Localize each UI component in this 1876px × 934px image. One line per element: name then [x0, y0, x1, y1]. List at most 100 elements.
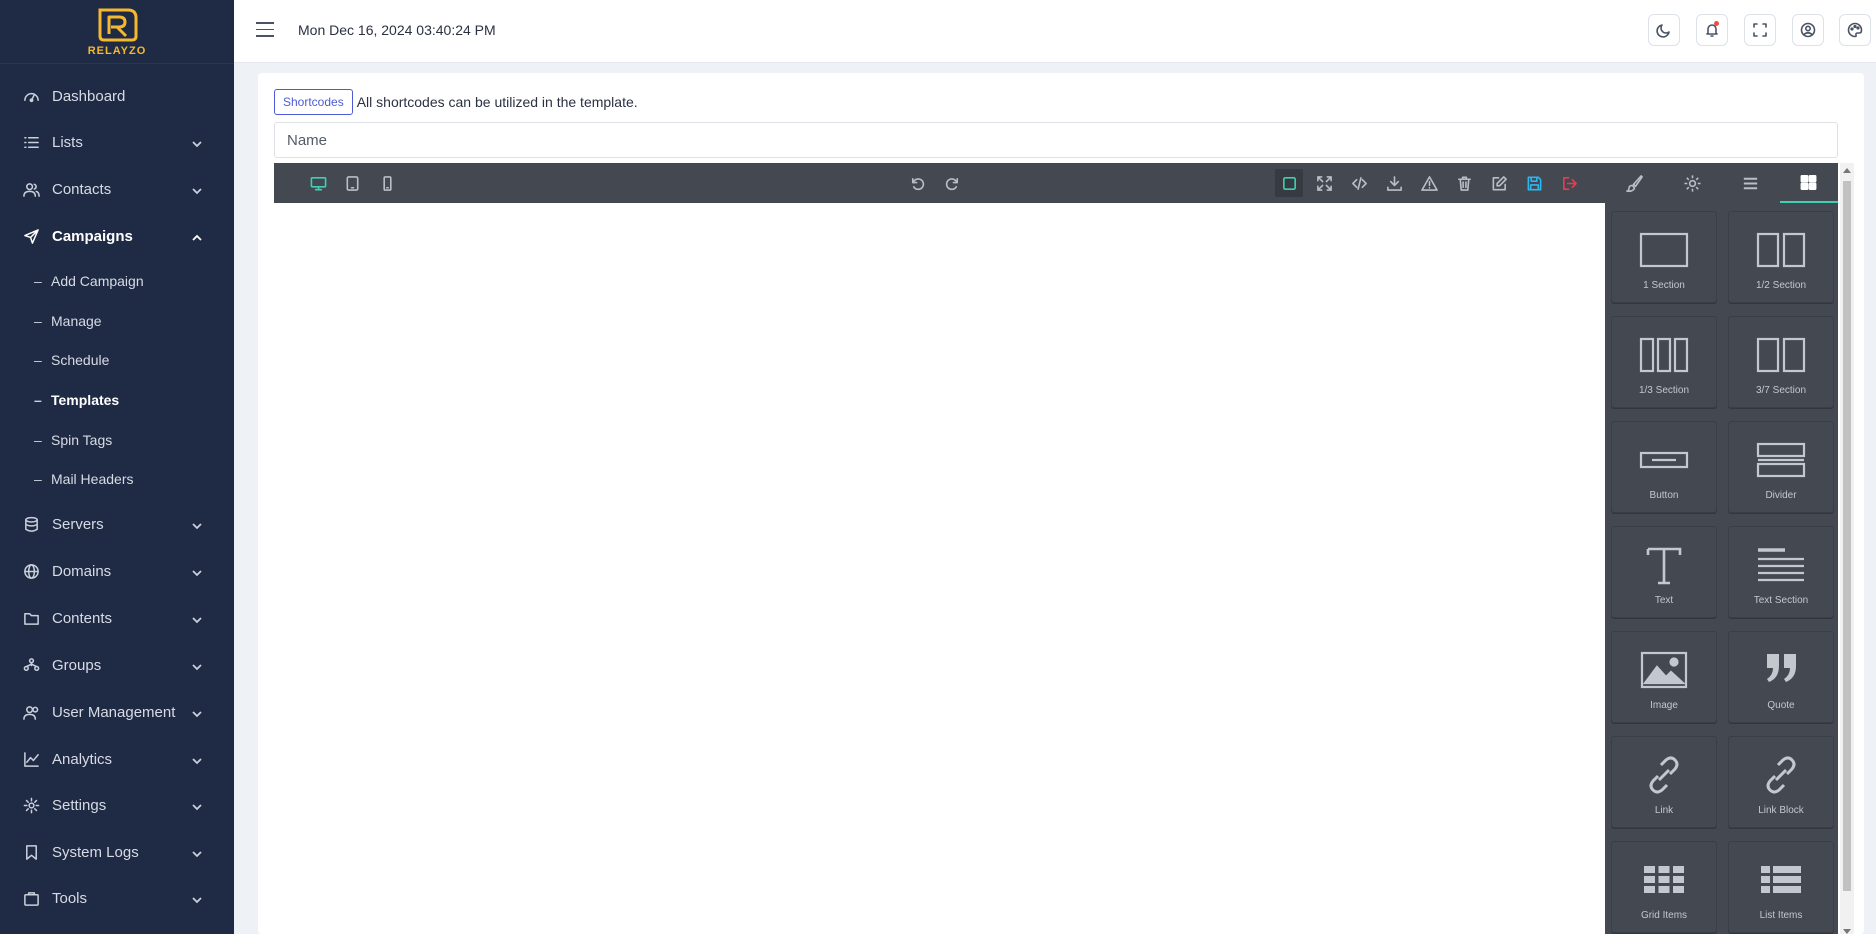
- settings-tab[interactable]: [1663, 163, 1721, 203]
- tablet-view-icon[interactable]: [342, 173, 362, 193]
- sidebar-item-groups[interactable]: Groups: [0, 645, 234, 685]
- brand-logo[interactable]: RELAYZO: [0, 0, 234, 64]
- mobile-view-icon[interactable]: [377, 173, 397, 193]
- block-1-3-section[interactable]: 1/3 Section: [1611, 316, 1717, 408]
- sidebar-item-domains[interactable]: Domains: [0, 551, 234, 591]
- briefcase-icon: [22, 889, 40, 907]
- trash-icon[interactable]: [1454, 173, 1474, 193]
- dashboard-icon: [22, 87, 40, 105]
- chevron-down-icon: [192, 612, 202, 624]
- sidebar-item-lists[interactable]: Lists: [0, 122, 234, 162]
- sidebar-subitem-add-campaign[interactable]: – Add Campaign: [0, 266, 234, 296]
- shortcodes-hint: All shortcodes can be utilized in the te…: [356, 94, 638, 110]
- style-manager-tab[interactable]: [1605, 163, 1663, 203]
- download-icon[interactable]: [1384, 173, 1404, 193]
- one-section-icon: [1639, 232, 1689, 268]
- block-link[interactable]: Link: [1611, 736, 1717, 828]
- block-label: 1 Section: [1643, 280, 1685, 291]
- sidebar-item-label: Analytics: [52, 750, 113, 768]
- sidebar-item-label: Lists: [52, 133, 83, 151]
- block-text-section[interactable]: Text Section: [1728, 526, 1834, 618]
- code-view-icon[interactable]: [1349, 173, 1369, 193]
- user-circle-icon: [1800, 22, 1816, 38]
- block-label: Grid Items: [1640, 910, 1688, 921]
- exit-icon[interactable]: [1559, 173, 1579, 193]
- block-label: List Items: [1759, 910, 1803, 921]
- fullscreen-button[interactable]: [1744, 14, 1776, 46]
- undo-icon[interactable]: [907, 173, 927, 193]
- profile-button[interactable]: [1792, 14, 1824, 46]
- warning-icon[interactable]: [1419, 173, 1439, 193]
- sidebar-item-dashboard[interactable]: Dashboard: [0, 76, 234, 116]
- relayzo-logo-icon: [98, 8, 138, 42]
- chevron-down-icon: [192, 706, 202, 718]
- scroll-down-arrow-icon[interactable]: [1843, 929, 1851, 934]
- notification-dot: [1714, 21, 1719, 26]
- blocks-tab[interactable]: [1779, 163, 1838, 203]
- dash-icon: –: [34, 273, 42, 289]
- block-3-7-section[interactable]: 3/7 Section: [1728, 316, 1834, 408]
- block-label: 1/2 Section: [1755, 280, 1807, 291]
- third-section-icon: [1639, 337, 1689, 373]
- template-name-input[interactable]: [274, 122, 1838, 158]
- builder-toolbar: [274, 163, 1838, 203]
- block-label: Link: [1654, 805, 1674, 816]
- block-label: Text: [1654, 595, 1674, 606]
- block-divider[interactable]: Divider: [1728, 421, 1834, 513]
- menu-toggle-icon[interactable]: [256, 22, 274, 38]
- sidebar-item-servers[interactable]: Servers: [0, 504, 234, 544]
- list-items-icon: [1761, 866, 1801, 893]
- shortcodes-button[interactable]: Shortcodes: [274, 89, 353, 115]
- sidebar-subitem-templates[interactable]: – Templates: [0, 385, 234, 415]
- sidebar: RELAYZO Dashboard Lists Contacts Campaig…: [0, 0, 234, 934]
- block-button[interactable]: Button: [1611, 421, 1717, 513]
- block-text[interactable]: Text: [1611, 526, 1717, 618]
- image-block-icon: [1640, 651, 1688, 689]
- sidebar-item-tools[interactable]: Tools: [0, 878, 234, 918]
- sidebar-item-contacts[interactable]: Contacts: [0, 169, 234, 209]
- show-borders-icon[interactable]: [1275, 169, 1303, 197]
- sidebar-item-system-logs[interactable]: System Logs: [0, 832, 234, 872]
- block-grid-items[interactable]: Grid Items: [1611, 841, 1717, 933]
- block-label: Image: [1650, 700, 1678, 711]
- redo-icon[interactable]: [942, 173, 962, 193]
- sidebar-subitem-spin-tags[interactable]: – Spin Tags: [0, 425, 234, 455]
- sidebar-item-contents[interactable]: Contents: [0, 598, 234, 638]
- scrollbar-thumb[interactable]: [1843, 181, 1851, 891]
- dark-mode-button[interactable]: [1648, 14, 1680, 46]
- sidebar-item-campaigns[interactable]: Campaigns: [0, 216, 234, 256]
- block-link-block[interactable]: Link Block: [1728, 736, 1834, 828]
- layer-manager-tab[interactable]: [1722, 163, 1780, 203]
- theme-customizer-button[interactable]: [1839, 14, 1871, 46]
- block-image[interactable]: Image: [1611, 631, 1717, 723]
- palette-icon: [1847, 22, 1863, 38]
- brand-name: RELAYZO: [87, 45, 147, 57]
- block-label: Link Block: [1758, 805, 1804, 816]
- sidebar-subitem-schedule[interactable]: – Schedule: [0, 345, 234, 375]
- block-list-items[interactable]: List Items: [1728, 841, 1834, 933]
- block-quote[interactable]: Quote: [1728, 631, 1834, 723]
- sidebar-subitem-mail-headers[interactable]: – Mail Headers: [0, 464, 234, 494]
- half-section-icon: [1756, 232, 1806, 268]
- sidebar-item-user-management[interactable]: User Management: [0, 692, 234, 732]
- block-1-section[interactable]: 1 Section: [1611, 211, 1717, 303]
- notifications-button[interactable]: [1696, 14, 1728, 46]
- edit-icon[interactable]: [1489, 173, 1509, 193]
- sidebar-subitem-manage[interactable]: – Manage: [0, 306, 234, 336]
- analytics-icon: [22, 750, 40, 768]
- block-1-2-section[interactable]: 1/2 Section: [1728, 211, 1834, 303]
- sidebar-item-label: Dashboard: [52, 87, 126, 105]
- moon-icon: [1656, 24, 1670, 38]
- dash-icon: –: [34, 471, 42, 487]
- desktop-view-icon[interactable]: [308, 173, 328, 193]
- fullscreen-preview-icon[interactable]: [1314, 173, 1334, 193]
- th-large-icon: [1800, 174, 1817, 190]
- vertical-scrollbar[interactable]: [1840, 163, 1854, 934]
- chevron-down-icon: [192, 846, 202, 858]
- shortcodes-row: Shortcodes All shortcodes can be utilize…: [274, 89, 638, 115]
- sidebar-item-settings[interactable]: Settings: [0, 785, 234, 825]
- scroll-up-arrow-icon[interactable]: [1843, 168, 1851, 173]
- sidebar-item-analytics[interactable]: Analytics: [0, 739, 234, 779]
- save-icon[interactable]: [1524, 173, 1544, 193]
- builder-canvas[interactable]: [274, 203, 1605, 934]
